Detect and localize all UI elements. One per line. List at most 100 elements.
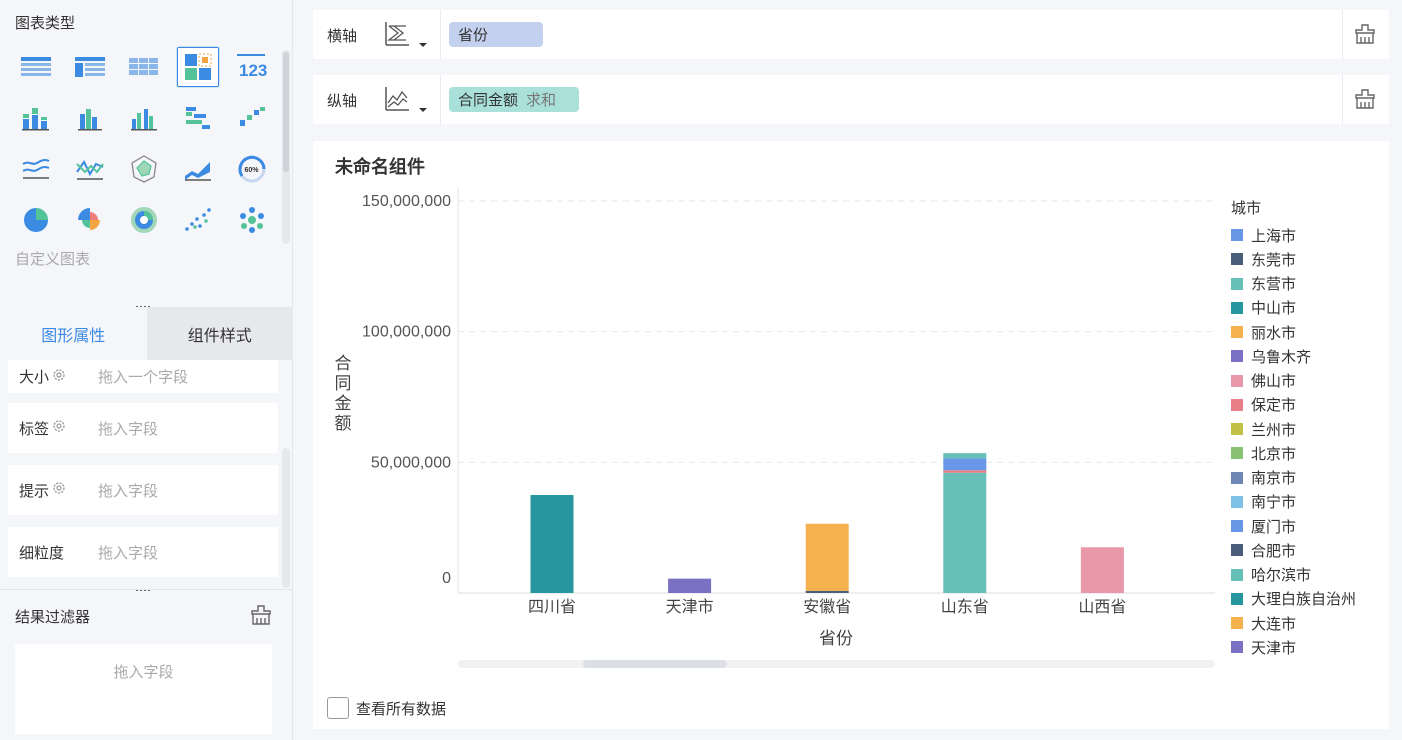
legend-item[interactable]: 北京市 bbox=[1231, 441, 1381, 465]
legend-item[interactable]: 佛山市 bbox=[1231, 369, 1381, 393]
legend: 上海市东莞市东营市中山市丽水市 乌鲁木齐佛山市保定市兰州市北京市 南京市 南宁市 厦门市… bbox=[1231, 223, 1381, 666]
scrollbar-thumb[interactable] bbox=[583, 660, 727, 668]
gear-icon[interactable] bbox=[52, 481, 66, 499]
line-icon[interactable] bbox=[15, 149, 57, 189]
legend-item[interactable]: 中山市 bbox=[1231, 296, 1381, 320]
divider bbox=[0, 589, 293, 590]
prop-label-label: 标签 bbox=[19, 420, 50, 438]
size-field-placeholder: 拖入一个字段 bbox=[98, 369, 189, 386]
legend-item[interactable]: 厦门市 bbox=[1231, 514, 1381, 538]
chart-horizontal-scrollbar[interactable] bbox=[458, 660, 1215, 668]
stacked-bar-icon[interactable] bbox=[15, 98, 57, 138]
legend-label: 哈尔滨市 bbox=[1251, 567, 1312, 585]
clear-icon[interactable] bbox=[1354, 23, 1376, 48]
bar-segment bbox=[530, 495, 574, 593]
table-icon[interactable] bbox=[15, 47, 57, 87]
y-axis-type-icon[interactable] bbox=[383, 85, 431, 118]
legend-item[interactable]: 大理白族自治州 bbox=[1231, 587, 1381, 611]
radar-icon[interactable] bbox=[123, 149, 165, 189]
legend-item[interactable]: 天津市 bbox=[1231, 635, 1381, 659]
cross-table-icon[interactable] bbox=[69, 47, 111, 87]
chart-type-scrollbar[interactable] bbox=[282, 50, 290, 244]
clear-icon[interactable] bbox=[1354, 88, 1376, 113]
y-field-aggregation[interactable]: 求和 bbox=[526, 89, 556, 110]
x-axis-row: 横轴 省份 bbox=[313, 10, 1389, 59]
resize-handle[interactable] bbox=[135, 295, 153, 308]
resize-handle[interactable] bbox=[135, 578, 153, 591]
legend-item[interactable]: 兰州市 bbox=[1231, 417, 1381, 441]
x-field-pill[interactable]: 省份 bbox=[449, 22, 544, 47]
legend-label: 天津市 bbox=[1251, 639, 1297, 657]
tab-graph-properties[interactable]: 图形属性 bbox=[0, 307, 147, 360]
kpi-number-icon[interactable]: 123 bbox=[231, 47, 273, 87]
legend-label: 中山市 bbox=[1251, 300, 1297, 318]
legend-label: 东营市 bbox=[1251, 276, 1297, 294]
bar-segment bbox=[943, 472, 987, 593]
multi-bar-icon[interactable] bbox=[123, 98, 165, 138]
legend-label: 上海市 bbox=[1251, 227, 1297, 245]
legend-label: 大理白族自治州 bbox=[1251, 591, 1357, 609]
tab-component-style[interactable]: 组件样式 bbox=[146, 307, 293, 360]
view-all-label: 查看所有数据 bbox=[356, 700, 447, 718]
legend-item[interactable]: 东营市 bbox=[1231, 272, 1381, 296]
horizontal-bar-icon[interactable] bbox=[177, 98, 219, 138]
scatter-icon[interactable] bbox=[177, 200, 219, 240]
legend-label: 兰州市 bbox=[1251, 421, 1297, 439]
pie-icon[interactable] bbox=[15, 200, 57, 240]
multi-line-icon[interactable] bbox=[69, 149, 111, 189]
y-tick-label: 150,000,000 bbox=[362, 193, 451, 210]
prop-row-label[interactable]: 标签 拖入字段 bbox=[8, 403, 278, 453]
property-scrollbar[interactable] bbox=[282, 448, 290, 588]
grouped-bar-icon[interactable] bbox=[69, 98, 111, 138]
legend-item[interactable]: 上海市 bbox=[1231, 223, 1381, 247]
bar-segment bbox=[943, 458, 987, 471]
bubble-icon[interactable] bbox=[231, 200, 273, 240]
legend-item[interactable]: 东莞市 bbox=[1231, 247, 1381, 271]
gear-icon[interactable] bbox=[52, 368, 66, 386]
x-axis-type-icon[interactable] bbox=[383, 20, 431, 53]
legend-label: 大连市 bbox=[1251, 615, 1297, 633]
rose-pie-icon[interactable] bbox=[69, 200, 111, 240]
gear-icon[interactable] bbox=[52, 419, 66, 437]
legend-item[interactable]: 乌鲁木齐 bbox=[1231, 344, 1381, 368]
detail-table-icon[interactable] bbox=[123, 47, 165, 87]
legend-item[interactable]: 南宁市 bbox=[1231, 490, 1381, 514]
legend-item[interactable]: 保定市 bbox=[1231, 393, 1381, 417]
y-tick-label: 100,000,000 bbox=[362, 324, 451, 341]
legend-item[interactable]: 哈尔滨市 bbox=[1231, 563, 1381, 587]
bar-segment bbox=[943, 470, 987, 473]
heatmap-table-icon[interactable] bbox=[177, 47, 219, 87]
area-icon[interactable] bbox=[177, 149, 219, 189]
legend-item[interactable]: 南京市 bbox=[1231, 466, 1381, 490]
gauge-icon[interactable]: 60% bbox=[231, 149, 273, 189]
prop-row-granularity[interactable]: 细粒度 拖入字段 bbox=[8, 527, 278, 577]
view-all-checkbox[interactable] bbox=[327, 697, 349, 719]
prop-label-tooltip: 提示 bbox=[19, 482, 50, 500]
legend-item[interactable]: 大连市 bbox=[1231, 611, 1381, 635]
prop-row-size[interactable]: 大小 拖入一个字段 bbox=[8, 360, 278, 393]
legend-swatch bbox=[1231, 617, 1243, 630]
x-tick-label: 天津市 bbox=[666, 598, 714, 616]
x-tick-label: 山东省 bbox=[941, 598, 989, 616]
legend-swatch bbox=[1231, 423, 1243, 436]
legend-item[interactable]: 丽水市 bbox=[1231, 320, 1381, 344]
prop-row-tooltip[interactable]: 提示 拖入字段 bbox=[8, 465, 278, 515]
legend-item[interactable]: 合肥市 bbox=[1231, 538, 1381, 562]
tooltip-field-placeholder: 拖入字段 bbox=[98, 482, 159, 500]
legend-swatch bbox=[1231, 350, 1243, 363]
chart-panel: 未命名组件 0 50,000,000 100,000,000 150,000,000 四… bbox=[313, 141, 1389, 729]
legend-label: 佛山市 bbox=[1251, 373, 1297, 391]
clear-icon[interactable] bbox=[250, 605, 272, 628]
view-all-data-toggle[interactable]: 查看所有数据 bbox=[327, 697, 446, 719]
multi-pie-icon[interactable] bbox=[123, 200, 165, 240]
y-axis-row: 纵轴 合同金额 求和 bbox=[313, 75, 1389, 124]
custom-chart-label[interactable]: 自定义图表 bbox=[15, 248, 90, 269]
filter-drop-zone[interactable]: 拖入字段 bbox=[15, 644, 272, 734]
legend-swatch bbox=[1231, 301, 1243, 314]
legend-swatch bbox=[1231, 495, 1243, 508]
legend-swatch bbox=[1231, 641, 1243, 654]
waterfall-icon[interactable] bbox=[231, 98, 273, 138]
legend-swatch bbox=[1231, 374, 1243, 387]
legend-swatch bbox=[1231, 592, 1243, 605]
y-field-pill[interactable]: 合同金额 求和 bbox=[449, 87, 580, 112]
